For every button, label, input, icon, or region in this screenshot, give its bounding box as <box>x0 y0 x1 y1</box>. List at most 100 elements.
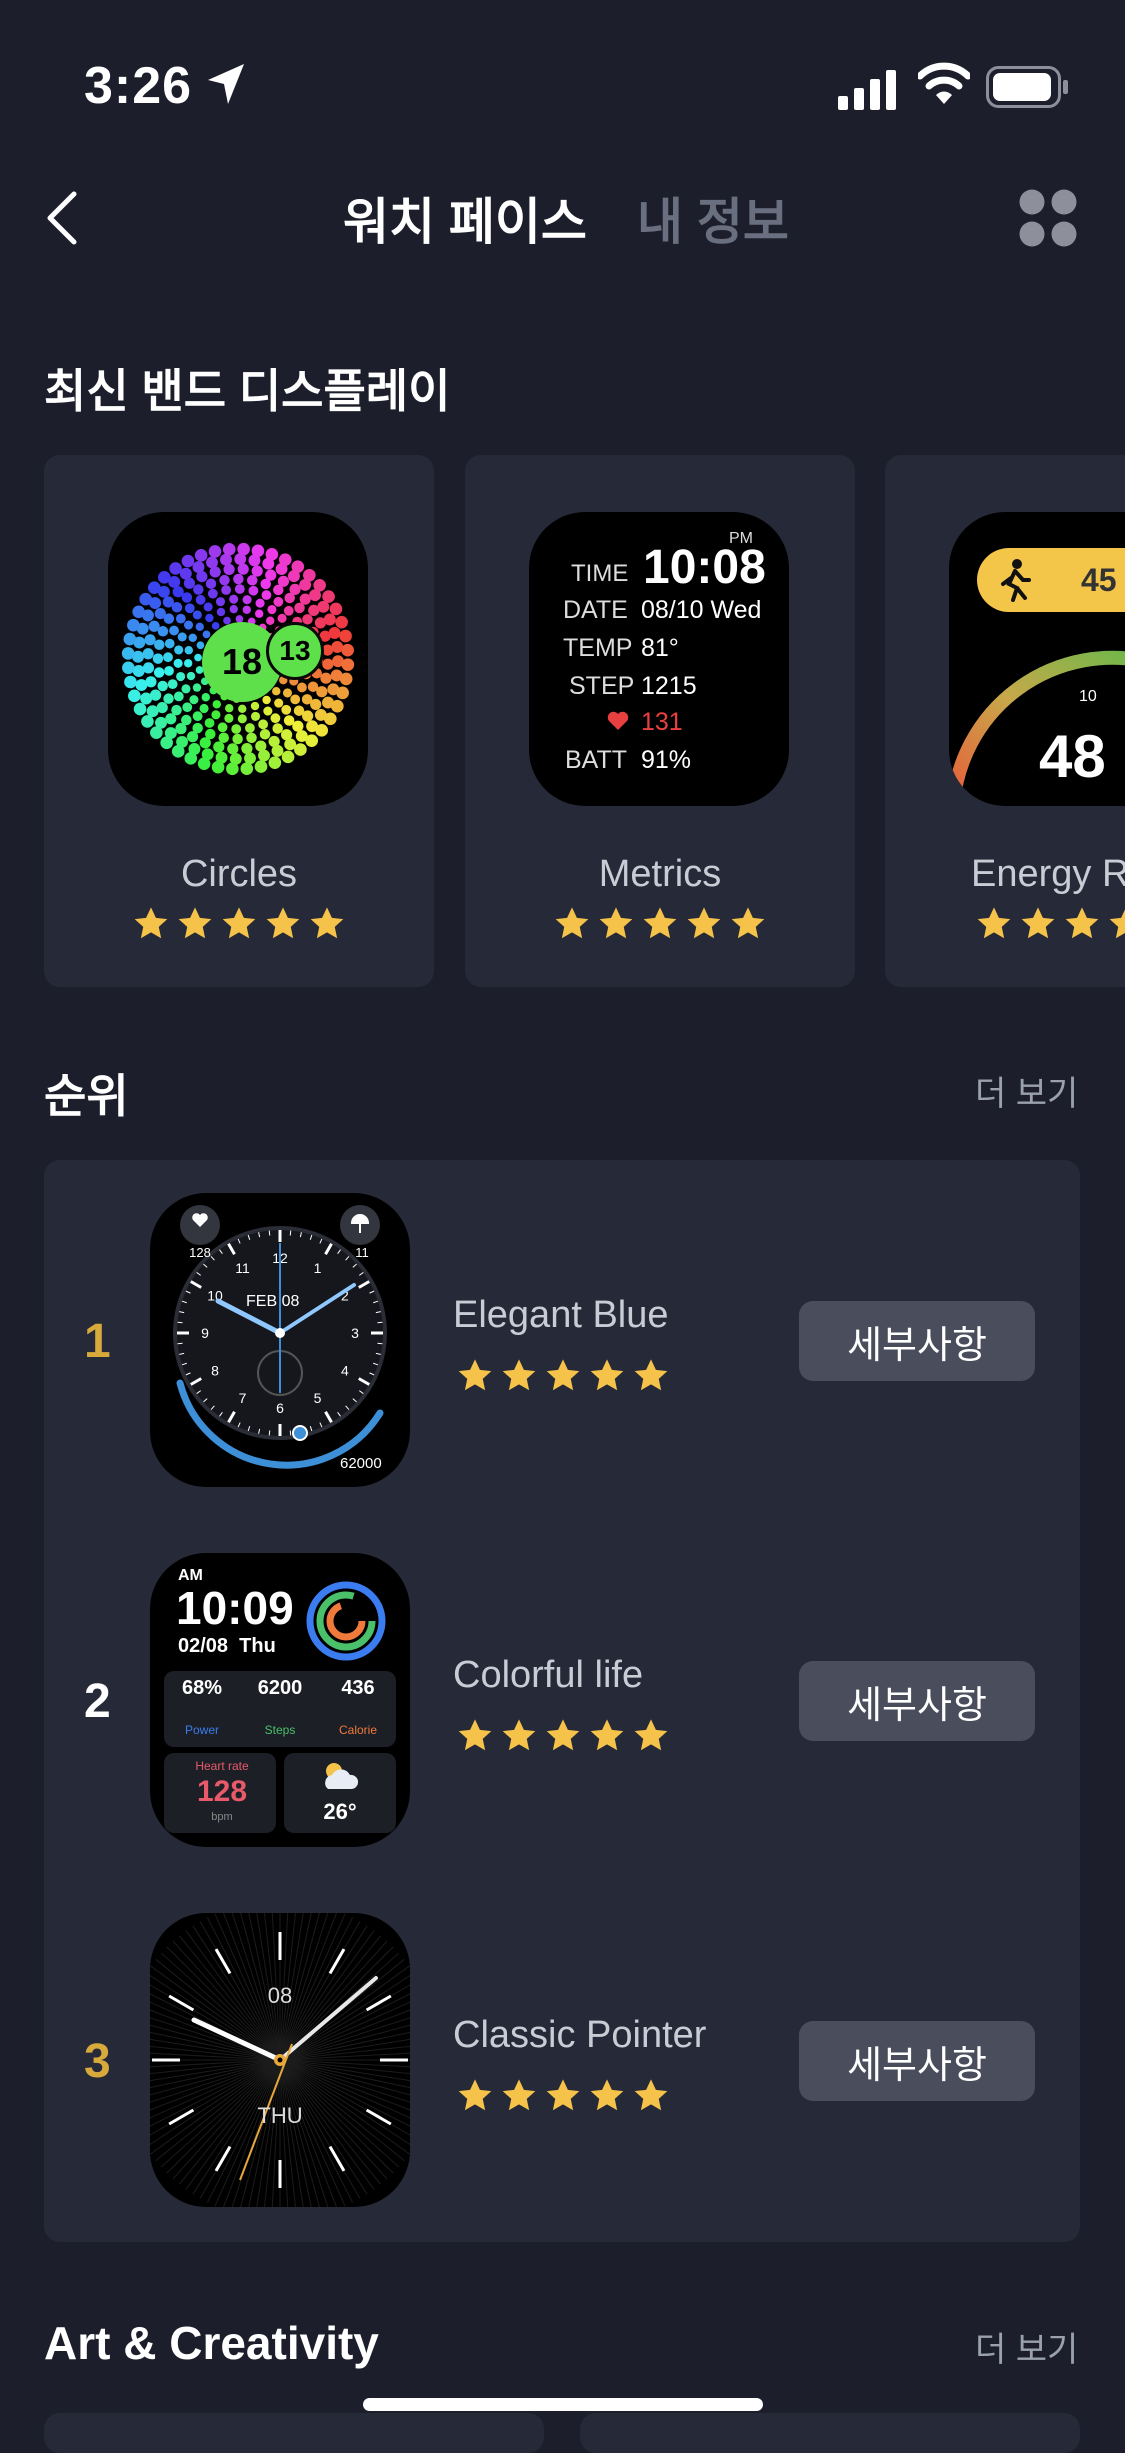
rank-number: 3 <box>84 2035 111 2088</box>
calorie-label: Calorie <box>338 1723 377 1737</box>
star-icon <box>1109 909 1125 939</box>
art-card[interactable] <box>580 2413 1080 2453</box>
star-icon <box>687 907 721 939</box>
hr-unit: bpm <box>211 1811 233 1823</box>
energy-big: 48 <box>1039 723 1106 790</box>
face-date: 08/10 Wed <box>641 596 762 624</box>
star-icon <box>458 1719 492 1751</box>
ranking-more-link[interactable]: 더 보기 <box>975 1066 1078 1115</box>
hr-label: Heart rate <box>195 1759 249 1773</box>
ranking-section-title: 순위 <box>44 1070 129 1122</box>
star-icon <box>266 907 300 939</box>
star-icon <box>634 2079 668 2111</box>
rank-face-name: Elegant Blue <box>453 1294 669 1336</box>
details-button[interactable]: 세부사항 <box>799 1301 1035 1381</box>
face-date-label: DATE <box>563 596 628 624</box>
rain-value: 11 <box>355 1245 369 1260</box>
power-value: 68% <box>181 1677 223 1699</box>
rating-stars <box>456 1357 670 1395</box>
star-icon <box>546 1359 580 1391</box>
svg-text:9: 9 <box>201 1325 209 1341</box>
face-card-energy[interactable]: 45 10 48 Energy R <box>885 455 1125 987</box>
back-chevron-icon[interactable] <box>44 190 80 246</box>
rating-stars <box>465 905 855 943</box>
walking-icon <box>1001 559 1031 602</box>
star-icon <box>134 907 168 939</box>
elegant-dial: 121234567891011 <box>173 1205 387 1469</box>
watch-face-elegant-blue[interactable]: 121234567891011 128 11 FEB 08 62000 <box>150 1193 410 1487</box>
rating-stars <box>44 905 434 943</box>
face-temp-label: TEMP <box>563 634 633 662</box>
star-icon <box>590 1719 624 1751</box>
watch-face-preview: PM TIME 10:08 DATE 08/10 Wed TEMP 81° ST… <box>529 512 789 806</box>
tab-watch-faces[interactable]: 워치 페이스 <box>343 182 587 254</box>
face-day: THU <box>257 2103 303 2128</box>
star-icon <box>1065 907 1099 939</box>
watch-face-preview: 45 10 48 <box>949 512 1125 806</box>
status-time: 3:26 <box>84 57 193 115</box>
wifi-icon <box>918 62 970 104</box>
watch-face-colorful-life[interactable]: AM 10:09 02/08 Thu 68% Power 6200 Steps … <box>150 1553 410 1847</box>
face-date: 02/08 Thu <box>178 1635 276 1657</box>
details-button[interactable]: 세부사항 <box>799 1661 1035 1741</box>
star-icon <box>1021 907 1055 939</box>
svg-text:7: 7 <box>239 1390 247 1406</box>
face-card-circles[interactable]: 18 13 Circles <box>44 455 434 987</box>
svg-text:3: 3 <box>351 1325 359 1341</box>
location-arrow-icon <box>208 64 244 104</box>
star-icon <box>546 2079 580 2111</box>
face-step-label: STEP <box>569 672 635 700</box>
hr-value: 128 <box>196 1775 248 1808</box>
face-step: 1215 <box>641 672 697 700</box>
star-icon <box>502 1359 536 1391</box>
rank-number: 2 <box>84 1675 111 1728</box>
star-icon <box>458 1359 492 1391</box>
star-icon <box>643 907 677 939</box>
face-batt-label: BATT <box>565 746 628 774</box>
steps-label: Steps <box>264 1723 296 1737</box>
details-button[interactable]: 세부사항 <box>799 2021 1035 2101</box>
watch-face-preview: 18 13 <box>108 512 368 806</box>
star-icon <box>599 907 633 939</box>
rank-face-name: Colorful life <box>453 1654 644 1696</box>
face-date: 08 <box>267 1983 293 2008</box>
star-icon <box>634 1719 668 1751</box>
art-card[interactable] <box>44 2413 544 2453</box>
calorie-value: 436 <box>341 1677 375 1699</box>
home-indicator[interactable] <box>363 2398 763 2411</box>
svg-text:5: 5 <box>314 1390 322 1406</box>
battery-icon <box>986 66 1068 108</box>
svg-text:8: 8 <box>211 1363 219 1379</box>
star-icon <box>555 907 589 939</box>
svg-text:4: 4 <box>341 1363 349 1379</box>
watch-face-classic-pointer[interactable]: 08 THU <box>150 1913 410 2207</box>
svg-text:1: 1 <box>314 1260 322 1276</box>
heart-icon <box>607 711 629 730</box>
face-time-label: TIME <box>571 560 629 587</box>
face-temp: 81° <box>641 634 679 662</box>
tab-my-info[interactable]: 내 정보 <box>637 182 789 254</box>
face-time: 10:09 <box>176 1582 294 1634</box>
svg-text:11: 11 <box>235 1260 250 1276</box>
face-steps: 62000 <box>340 1455 382 1472</box>
steps-value: 6200 <box>257 1677 303 1699</box>
art-more-link[interactable]: 더 보기 <box>975 2322 1078 2371</box>
power-label: Power <box>184 1723 219 1737</box>
rating-stars <box>456 1717 670 1755</box>
face-name: Circles <box>180 853 298 895</box>
rating-stars <box>975 905 1125 943</box>
star-icon <box>590 2079 624 2111</box>
face-card-metrics[interactable]: PM TIME 10:08 DATE 08/10 Wed TEMP 81° ST… <box>465 455 855 987</box>
star-icon <box>634 1359 668 1391</box>
rank-number: 1 <box>84 1315 111 1368</box>
star-icon <box>731 907 765 939</box>
star-icon <box>977 907 1011 939</box>
small-number: 13 <box>266 622 324 680</box>
grid-icon[interactable] <box>1018 188 1078 248</box>
signal-icon <box>838 70 896 110</box>
activity-rings <box>306 1581 386 1661</box>
face-name: Energy R <box>971 853 1125 895</box>
star-icon <box>546 1719 580 1751</box>
face-time: 10:08 <box>643 541 766 594</box>
face-batt: 91% <box>641 746 692 774</box>
